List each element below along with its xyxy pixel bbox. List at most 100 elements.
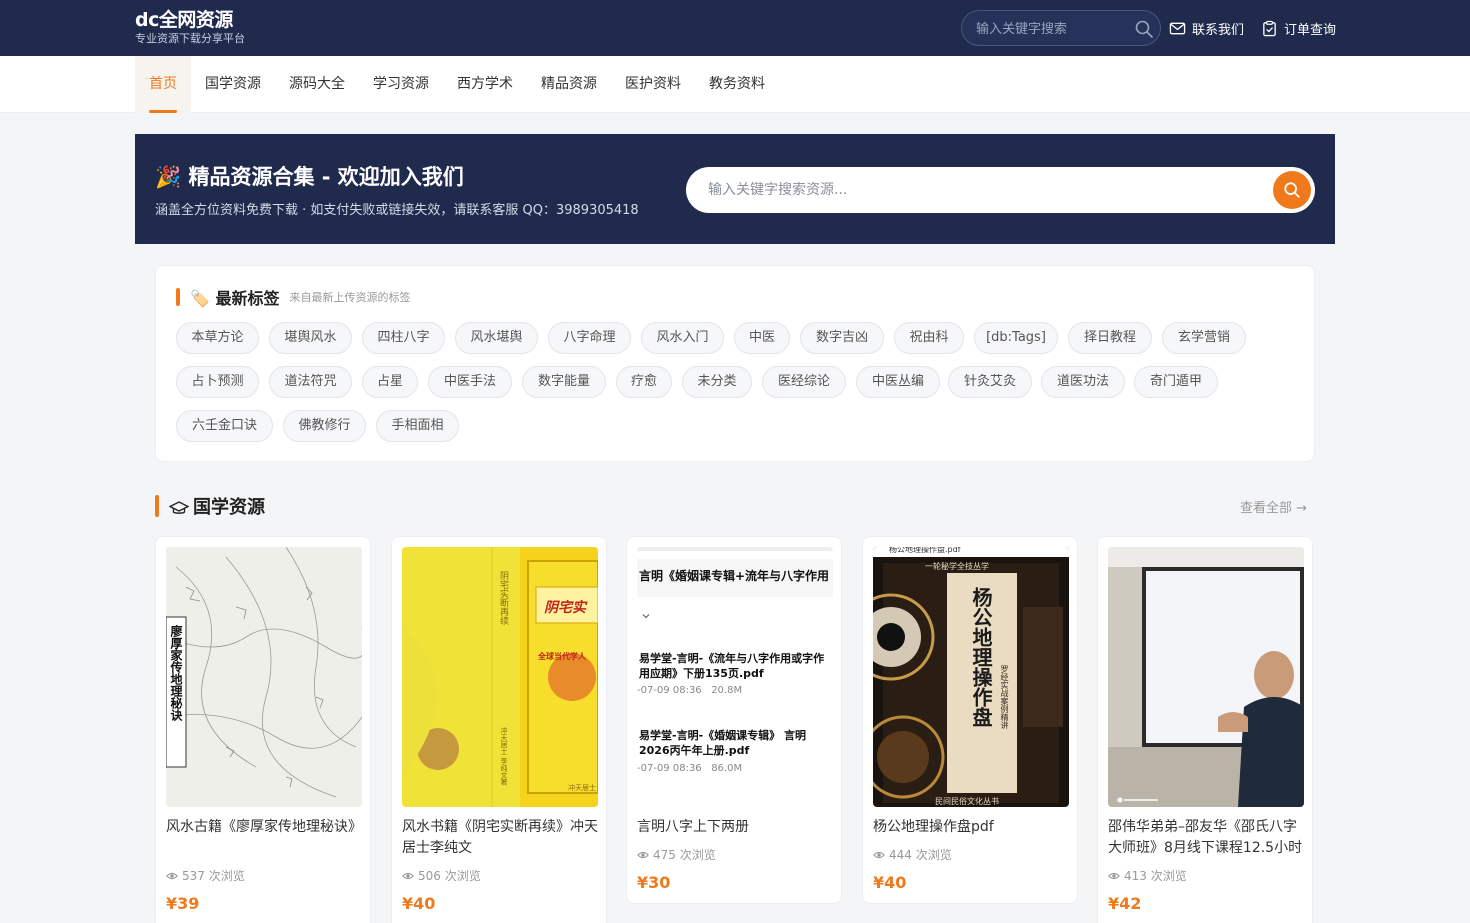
tag-item[interactable]: 中医手法 xyxy=(428,366,512,398)
thumbnail-title-text: 阴宅实 xyxy=(544,600,586,616)
banner-search-button[interactable] xyxy=(1273,171,1311,209)
nav-item-teaching[interactable]: 教务资料 xyxy=(695,56,779,113)
thumbnail-foot-text: 民间民俗文化丛书 xyxy=(935,797,999,806)
accent-bar xyxy=(176,288,180,306)
nav-item-western[interactable]: 西方学术 xyxy=(443,56,527,113)
tag-item[interactable]: 择日教程 xyxy=(1068,322,1152,354)
thumbnail-side-text: 阴宅实断再续 xyxy=(498,571,508,625)
nav-item-home[interactable]: 首页 xyxy=(135,56,191,113)
tag-item[interactable]: 疗愈 xyxy=(616,366,672,398)
tag-item[interactable]: 占卜预测 xyxy=(176,366,259,398)
tag-item[interactable]: 堪舆风水 xyxy=(269,322,352,354)
nav-item-medical[interactable]: 医护资料 xyxy=(611,56,695,113)
thumbnail-file-name: 易学堂-言明-《婚姻课专辑》 言明 2026丙午年上册.pdf xyxy=(639,729,806,757)
resource-title[interactable]: 杨公地理操作盘pdf xyxy=(873,817,1069,838)
view-count: 537 次浏览 xyxy=(166,867,245,884)
accent-bar xyxy=(155,495,159,517)
resource-card[interactable]: 言明《婚姻课专辑+流年与八字作用 易学堂-言明-《流年与八字作用或字作用应期》下… xyxy=(626,536,842,904)
brand[interactable]: dc全网资源 专业资源下载分享平台 xyxy=(135,9,245,46)
tag-item[interactable]: 未分类 xyxy=(682,366,752,398)
lecture-photo-illustration xyxy=(1108,547,1304,807)
nav-item-source-code[interactable]: 源码大全 xyxy=(275,56,359,113)
ancient-map-illustration xyxy=(166,547,362,807)
thumbnail-author-text: 冲天居士 李纯文著 xyxy=(500,727,508,786)
main-nav: 首页 国学资源 源码大全 学习资源 西方学术 精品资源 医护资料 教务资料 xyxy=(0,56,1470,113)
tag-item[interactable]: 风水入门 xyxy=(641,322,724,354)
top-header: dc全网资源 专业资源下载分享平台 联系我们 订单查询 xyxy=(0,0,1470,56)
hero-banner: 🎉 精品资源合集 - 欢迎加入我们 涵盖全方位资料免费下载 · 如支付失败或链接… xyxy=(135,134,1335,244)
resource-title[interactable]: 风水书籍《阴宅实断再续》冲天居士李纯文 xyxy=(402,817,598,859)
view-count-text: 537 次浏览 xyxy=(182,869,245,883)
contact-us-label: 联系我们 xyxy=(1192,22,1245,38)
view-count-text: 475 次浏览 xyxy=(653,848,716,862)
tag-item[interactable]: 道医功法 xyxy=(1041,366,1125,398)
contact-us-link[interactable]: 联系我们 xyxy=(1169,17,1244,39)
search-icon[interactable] xyxy=(1134,19,1154,39)
thumbnail-caption: 廖厚家传地理秘诀 xyxy=(169,625,183,721)
tag-item[interactable]: 中医丛编 xyxy=(856,366,940,398)
view-all-link[interactable]: 查看全部 → xyxy=(1240,497,1307,516)
resource-thumbnail xyxy=(1108,547,1304,807)
tags-section-subtitle: 来自最新上传资源的标签 xyxy=(289,291,411,304)
thumbnail-corner-text: 冲天居士 xyxy=(568,784,596,792)
eye-icon xyxy=(402,872,414,879)
tag-item[interactable]: 玄学营销 xyxy=(1162,322,1246,354)
order-query-link[interactable]: 订单查询 xyxy=(1261,17,1336,39)
nav-item-guoxue[interactable]: 国学资源 xyxy=(191,56,275,113)
resource-title[interactable]: 风水古籍《廖厚家传地理秘诀》 xyxy=(166,817,362,859)
nav-item-premium[interactable]: 精品资源 xyxy=(527,56,611,113)
view-count: 444 次浏览 xyxy=(873,846,952,863)
resource-title[interactable]: 邵伟华弟弟–邵友华《邵氏八字大师班》8月线下课程12.5小时 xyxy=(1108,817,1304,859)
tag-item[interactable]: 道法符咒 xyxy=(269,366,352,398)
view-count: 413 次浏览 xyxy=(1108,867,1187,884)
thumbnail-file-meta: -07-09 08:36 86.0M xyxy=(637,763,743,774)
tag-item[interactable]: 中医 xyxy=(734,322,790,354)
tag-item[interactable]: 医经综论 xyxy=(762,366,846,398)
resource-thumbnail: 廖厚家传地理秘诀 xyxy=(166,547,362,807)
thumbnail-right-text: 罗经实战案例精讲 xyxy=(1000,665,1009,729)
resource-card[interactable]: 杨公地理操作盘.pdf 一轮秘学全技丛学 杨公地理操作盘 透析罗经法 古法真经 … xyxy=(862,536,1078,904)
banner-search-box xyxy=(686,167,1315,213)
tag-item[interactable]: 本草方论 xyxy=(176,322,259,354)
tag-item[interactable]: 六壬金口诀 xyxy=(176,410,273,442)
thumbnail-top-rule xyxy=(637,547,833,551)
tag-item[interactable]: 数字能量 xyxy=(522,366,606,398)
view-count-text: 444 次浏览 xyxy=(889,848,952,862)
tag-item[interactable]: 奇门遁甲 xyxy=(1134,366,1218,398)
resource-card[interactable]: 邵伟华弟弟–邵友华《邵氏八字大师班》8月线下课程12.5小时 413 次浏览 ¥… xyxy=(1097,536,1313,923)
thumbnail-band-text: 全球当代学人 xyxy=(538,652,586,661)
tag-item[interactable]: 风水堪舆 xyxy=(455,322,538,354)
tag-item[interactable]: 数字吉凶 xyxy=(800,322,884,354)
resource-thumbnail: 杨公地理操作盘.pdf 一轮秘学全技丛学 杨公地理操作盘 透析罗经法 古法真经 … xyxy=(873,547,1069,807)
tag-item[interactable]: 针灸艾灸 xyxy=(948,366,1032,398)
resource-card[interactable]: 廖厚家传地理秘诀 风水古籍《廖厚家传地理秘诀》 537 次浏览 ¥39 xyxy=(155,536,371,923)
resource-thumbnail: 阴宅实断再续 阴宅实 全球当代学人 冲天居士 李纯文著 冲天居士 xyxy=(402,547,598,807)
clipboard-icon xyxy=(1263,20,1276,36)
mail-icon xyxy=(1169,22,1186,34)
tag-item[interactable]: [db:Tags] xyxy=(974,322,1058,354)
tag-item[interactable]: 八字命理 xyxy=(548,322,631,354)
header-search-box xyxy=(961,10,1161,46)
resource-title[interactable]: 言明八字上下两册 xyxy=(637,817,833,838)
eye-icon xyxy=(637,851,649,858)
tags-section-header: 🏷️ 最新标签 来自最新上传资源的标签 xyxy=(176,285,411,309)
tag-item[interactable]: 手相面相 xyxy=(376,410,459,442)
price: ¥42 xyxy=(1108,894,1142,913)
view-count: 506 次浏览 xyxy=(402,867,481,884)
resource-card[interactable]: 阴宅实断再续 阴宅实 全球当代学人 冲天居士 李纯文著 冲天居士 风水书籍《阴宅… xyxy=(391,536,607,923)
thumbnail-title-text: 杨公地理操作盘 xyxy=(969,587,993,727)
tag-item[interactable]: 四柱八字 xyxy=(362,322,445,354)
tag-item[interactable]: 佛教修行 xyxy=(283,410,366,442)
price: ¥39 xyxy=(166,894,200,913)
banner-search-input[interactable] xyxy=(708,179,1248,201)
tag-item[interactable]: 祝由科 xyxy=(894,322,964,354)
header-search-input[interactable] xyxy=(976,19,1126,39)
order-query-label: 订单查询 xyxy=(1284,22,1337,38)
view-count-text: 506 次浏览 xyxy=(418,869,481,883)
view-count: 475 次浏览 xyxy=(637,846,716,863)
nav-item-learning[interactable]: 学习资源 xyxy=(359,56,443,113)
resource-thumbnail: 言明《婚姻课专辑+流年与八字作用 易学堂-言明-《流年与八字作用或字作用应期》下… xyxy=(637,547,833,807)
brand-name: dc全网资源 xyxy=(135,9,233,31)
tag-item[interactable]: 占星 xyxy=(362,366,418,398)
guoxue-section-title: 国学资源 xyxy=(193,497,265,518)
